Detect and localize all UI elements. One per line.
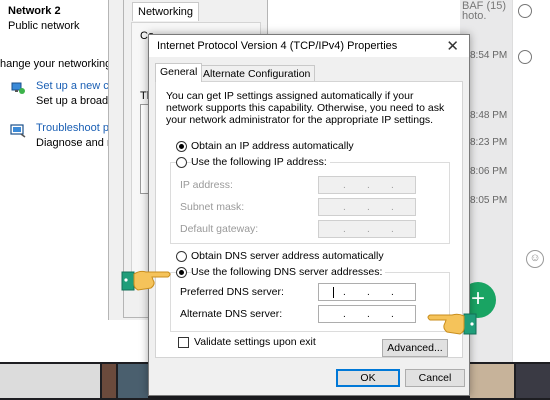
- thumbnail[interactable]: [102, 364, 116, 398]
- menu-icon[interactable]: [518, 50, 532, 64]
- subnet-mask-field: ...: [318, 198, 416, 216]
- thumbnail[interactable]: [118, 364, 148, 398]
- ip-manual-radio[interactable]: [176, 157, 187, 168]
- troubleshoot-icon: [10, 124, 26, 138]
- preferred-dns-field[interactable]: ...: [318, 283, 416, 301]
- alternate-dns-label: Alternate DNS server:: [180, 308, 283, 320]
- dns-auto-radio[interactable]: [176, 251, 187, 262]
- network-setup-icon: [11, 82, 25, 94]
- ok-button[interactable]: OK: [336, 369, 400, 387]
- default-gateway-label: Default gateway:: [180, 223, 259, 235]
- intro-text: You can get IP settings assigned automat…: [166, 90, 445, 126]
- text-caret: [333, 287, 334, 298]
- pointing-hand-icon: [427, 313, 477, 335]
- search-icon[interactable]: [518, 4, 532, 18]
- ip-address-field: ...: [318, 176, 416, 194]
- cancel-button[interactable]: Cancel: [405, 369, 465, 387]
- dns-auto-label: Obtain DNS server address automatically: [191, 250, 384, 262]
- validate-settings-label: Validate settings upon exit: [194, 336, 316, 348]
- default-gateway-field: ...: [318, 220, 416, 238]
- tab-alternate-configuration[interactable]: Alternate Configuration: [198, 65, 316, 81]
- dns-server-group: [170, 272, 450, 332]
- general-tab-panel: You can get IP settings assigned automat…: [155, 81, 463, 358]
- dns-manual-label: Use the following DNS server addresses:: [191, 266, 386, 278]
- ip-auto-label: Obtain an IP address automatically: [191, 140, 354, 152]
- chat-preview: hoto.: [462, 10, 487, 22]
- tab-networking[interactable]: Networking: [132, 2, 200, 21]
- chat-time: 8:48 PM: [470, 110, 508, 121]
- network-type: Public network: [8, 20, 80, 32]
- tab-general[interactable]: General: [155, 63, 203, 82]
- thumbnail[interactable]: [516, 364, 550, 398]
- title-bar[interactable]: Internet Protocol Version 4 (TCP/IPv4) P…: [149, 35, 469, 57]
- ip-auto-radio[interactable]: [176, 141, 187, 152]
- chat-time: 8:23 PM: [470, 137, 508, 148]
- dns-manual-radio[interactable]: [176, 267, 187, 278]
- alternate-dns-field[interactable]: ...: [318, 305, 416, 323]
- ipv4-properties-dialog: Internet Protocol Version 4 (TCP/IPv4) P…: [148, 34, 470, 396]
- ip-address-label: IP address:: [180, 179, 233, 191]
- dialog-title: Internet Protocol Version 4 (TCP/IPv4) P…: [157, 40, 398, 52]
- pointing-hand-icon: [121, 270, 171, 291]
- preferred-dns-label: Preferred DNS server:: [180, 286, 284, 298]
- chat-time: 8:05 PM: [470, 195, 508, 206]
- validate-settings-checkbox[interactable]: [178, 337, 189, 348]
- close-icon[interactable]: ✕: [446, 37, 459, 55]
- thumbnail[interactable]: [470, 364, 514, 398]
- subnet-mask-label: Subnet mask:: [180, 201, 245, 213]
- chat-time: 8:54 PM: [470, 50, 508, 61]
- ip-manual-label: Use the following IP address:: [191, 156, 330, 168]
- chat-time: 8:06 PM: [470, 166, 508, 177]
- emoji-icon[interactable]: ☺: [526, 250, 544, 268]
- network-name: Network 2: [8, 5, 61, 17]
- thumbnail[interactable]: [0, 364, 100, 398]
